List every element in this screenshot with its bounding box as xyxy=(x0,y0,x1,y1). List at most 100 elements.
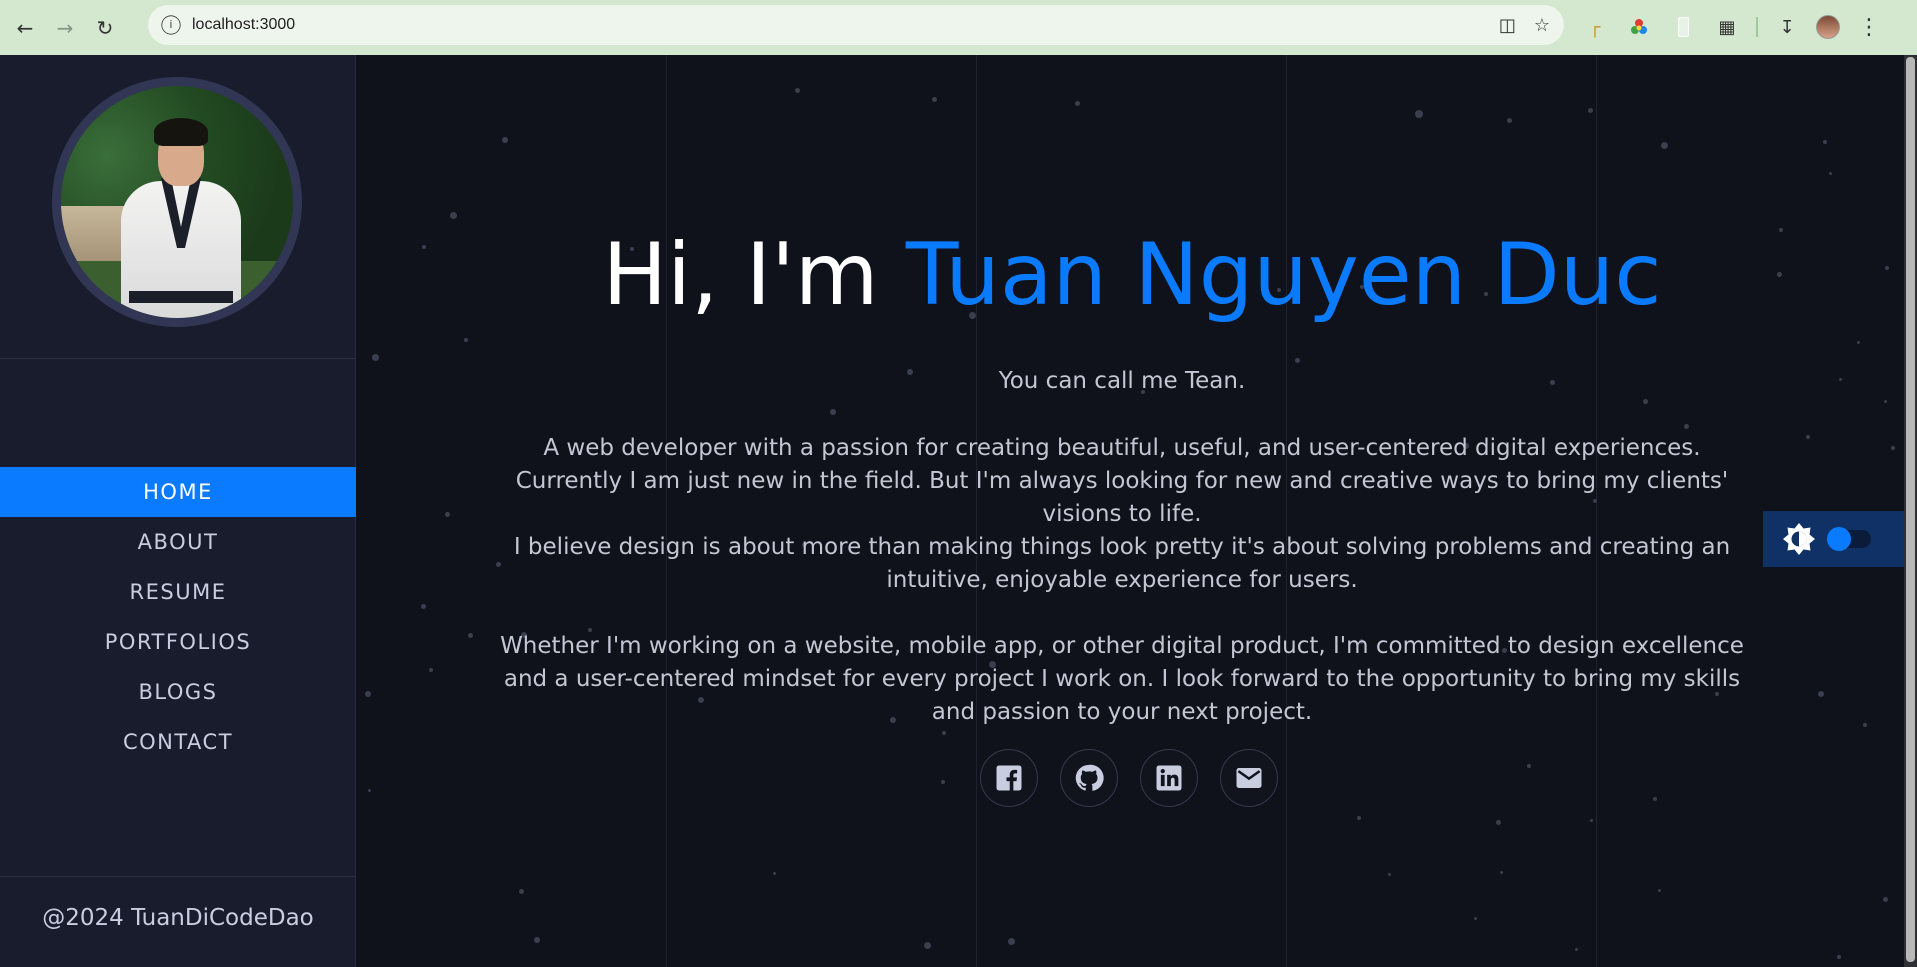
menu-kebab-icon[interactable]: ⋮ xyxy=(1854,12,1884,42)
extension-blank-icon[interactable] xyxy=(1668,12,1698,42)
install-app-icon[interactable]: ◫ xyxy=(1499,15,1516,36)
background-particle xyxy=(1527,764,1531,768)
forward-arrow-icon[interactable]: → xyxy=(45,8,85,48)
dark-mode-switch[interactable] xyxy=(1827,527,1871,551)
hero-greeting: Hi, I'm xyxy=(602,225,906,325)
background-particle xyxy=(1839,378,1842,381)
background-particle xyxy=(795,88,800,93)
download-icon[interactable]: ↧ xyxy=(1772,12,1802,42)
sidebar-item-label: RESUME xyxy=(129,580,227,604)
background-particle xyxy=(464,338,468,342)
background-particle xyxy=(1837,955,1841,959)
background-particle xyxy=(1653,797,1657,801)
facebook-icon xyxy=(996,765,1022,791)
background-particle xyxy=(1643,399,1648,404)
background-particle xyxy=(468,633,473,638)
github-button[interactable] xyxy=(1060,749,1118,807)
background-particle xyxy=(1884,400,1887,403)
reload-icon[interactable]: ↻ xyxy=(85,8,125,48)
brightness-icon xyxy=(1781,521,1817,557)
background-particle xyxy=(1357,816,1361,820)
email-button[interactable] xyxy=(1220,749,1278,807)
sidebar-item-label: BLOGS xyxy=(138,680,218,704)
background-particle xyxy=(1863,723,1867,727)
background-particle xyxy=(1008,938,1015,945)
background-particle xyxy=(368,789,371,792)
linkedin-button[interactable] xyxy=(1140,749,1198,807)
background-particle xyxy=(1575,948,1578,951)
background-particle xyxy=(924,942,931,949)
browser-toolbar: ← → ↻ i localhost:3000 ◫ ☆ ┌ ▦ ↧ ⋮ xyxy=(0,0,1917,55)
main-content: Hi, I'm Tuan Nguyen Duc You can call me … xyxy=(357,55,1917,967)
background-particle xyxy=(450,212,457,219)
background-particle xyxy=(1857,341,1860,344)
background-particle xyxy=(1500,871,1503,874)
background-particle xyxy=(1829,172,1832,175)
background-particle xyxy=(830,409,836,415)
social-links xyxy=(980,749,1278,807)
back-arrow-icon[interactable]: ← xyxy=(5,8,45,48)
address-url[interactable]: localhost:3000 xyxy=(192,16,295,34)
background-particle xyxy=(1684,424,1689,429)
background-particle xyxy=(1590,819,1593,822)
background-particle xyxy=(1295,358,1300,363)
hero-nickname: You can call me Tean. xyxy=(998,368,1246,394)
extension-color-icon[interactable] xyxy=(1624,12,1654,42)
email-icon xyxy=(1236,768,1262,788)
background-particle xyxy=(1075,101,1080,106)
sidebar-footer: @2024 TuanDiCodeDao xyxy=(42,905,314,931)
hero-name: Tuan Nguyen Duc xyxy=(905,225,1662,325)
sidebar-divider-top xyxy=(0,358,356,359)
sidebar: HOME ABOUT RESUME PORTFOLIOS BLOGS CONTA… xyxy=(0,55,356,967)
sidebar-menu: HOME ABOUT RESUME PORTFOLIOS BLOGS CONTA… xyxy=(0,467,356,767)
scrollbar-thumb[interactable] xyxy=(1906,57,1915,962)
background-particle xyxy=(1658,889,1661,892)
sidebar-item-about[interactable]: ABOUT xyxy=(0,517,356,567)
sidebar-item-portfolios[interactable]: PORTFOLIOS xyxy=(0,617,356,667)
background-particle xyxy=(372,354,379,361)
background-particle xyxy=(932,97,937,102)
facebook-button[interactable] xyxy=(980,749,1038,807)
sidebar-item-label: HOME xyxy=(143,480,213,504)
background-particle xyxy=(1806,435,1810,439)
page-scrollbar[interactable] xyxy=(1904,55,1917,967)
hero-paragraph-2: I believe design is about more than maki… xyxy=(513,534,1731,593)
background-particle xyxy=(1661,142,1668,149)
theme-toggle-panel xyxy=(1763,511,1909,567)
sidebar-item-label: ABOUT xyxy=(137,530,219,554)
site-info-icon[interactable]: i xyxy=(161,15,181,35)
sidebar-item-label: CONTACT xyxy=(122,730,234,754)
background-particle xyxy=(1823,140,1827,144)
background-particle xyxy=(1883,897,1888,902)
toolbar-divider xyxy=(1756,17,1758,37)
sidebar-item-resume[interactable]: RESUME xyxy=(0,567,356,617)
background-particle xyxy=(1507,118,1512,123)
profile-photo xyxy=(61,86,293,318)
hero-paragraph-1: A web developer with a passion for creat… xyxy=(515,435,1729,527)
sidebar-divider-bottom xyxy=(0,876,356,877)
background-particle xyxy=(773,872,776,875)
bookmark-star-icon[interactable]: ☆ xyxy=(1534,15,1550,36)
sidebar-item-contact[interactable]: CONTACT xyxy=(0,717,356,767)
background-particle xyxy=(445,512,450,517)
background-particle xyxy=(421,604,426,609)
extensions-puzzle-icon[interactable]: ▦ xyxy=(1712,12,1742,42)
address-bar[interactable]: i localhost:3000 ◫ ☆ xyxy=(148,5,1564,45)
background-particle xyxy=(1818,691,1824,697)
extension-ruler-icon[interactable]: ┌ xyxy=(1580,12,1610,42)
background-particle xyxy=(1496,820,1501,825)
hero-title: Hi, I'm Tuan Nguyen Duc xyxy=(357,225,1907,325)
linkedin-icon xyxy=(1156,765,1182,791)
sidebar-item-home[interactable]: HOME xyxy=(0,467,356,517)
sidebar-item-blogs[interactable]: BLOGS xyxy=(0,667,356,717)
background-particle xyxy=(941,780,945,784)
profile-avatar[interactable] xyxy=(1816,15,1840,39)
background-particle xyxy=(1891,446,1895,450)
hero-paragraph-3: Whether I'm working on a website, mobile… xyxy=(500,633,1744,725)
github-icon xyxy=(1075,764,1104,791)
background-particle xyxy=(365,691,371,697)
profile-photo-frame xyxy=(52,77,302,327)
background-particle xyxy=(1388,873,1391,876)
switch-knob xyxy=(1827,527,1851,551)
background-particle xyxy=(502,137,508,143)
